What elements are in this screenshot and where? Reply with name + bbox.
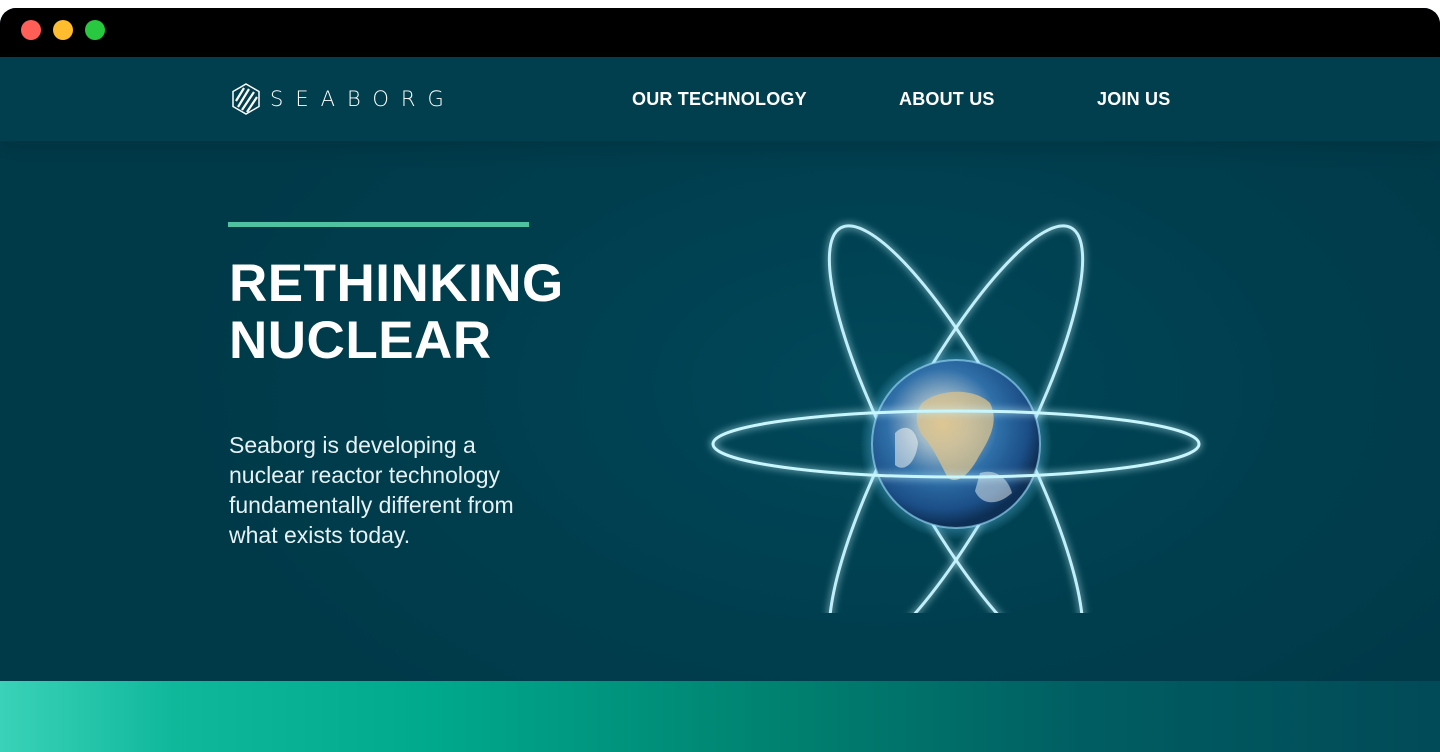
hero-description: Seaborg is developing a nuclear reactor …: [229, 430, 549, 550]
brand-logo-link[interactable]: SEABORG: [232, 83, 456, 115]
atom-earth-illustration: [711, 224, 1201, 613]
earth-globe: [871, 359, 1041, 529]
window-titlebar: [0, 8, 1440, 57]
seaborg-logo-icon: [232, 83, 260, 115]
minimize-window-button[interactable]: [53, 20, 73, 40]
hero-description-line-4: what exists today.: [229, 522, 411, 548]
page-content: SEABORG OUR TECHNOLOGY ABOUT US JOIN US …: [0, 57, 1440, 752]
hero-description-line-2: nuclear reactor technology: [229, 462, 501, 488]
maximize-window-button[interactable]: [85, 20, 105, 40]
nav-our-technology[interactable]: OUR TECHNOLOGY: [632, 89, 807, 110]
hero-title-line-1: RETHINKING: [229, 254, 564, 313]
nav-join-us[interactable]: JOIN US: [1097, 89, 1170, 110]
hero-title-line-2: NUCLEAR: [229, 311, 492, 370]
hero-description-line-3: fundamentally different from: [229, 492, 514, 518]
browser-window: SEABORG OUR TECHNOLOGY ABOUT US JOIN US …: [0, 8, 1440, 752]
top-navbar: SEABORG OUR TECHNOLOGY ABOUT US JOIN US: [0, 57, 1440, 141]
hero-accent-line: [228, 222, 529, 227]
nav-about-us[interactable]: ABOUT US: [899, 89, 995, 110]
close-window-button[interactable]: [21, 20, 41, 40]
hero-description-line-1: Seaborg is developing a: [229, 432, 476, 458]
section-gradient-band: [0, 681, 1440, 752]
hero-title: RETHINKING NUCLEAR: [229, 255, 629, 369]
brand-name: SEABORG: [270, 87, 456, 111]
